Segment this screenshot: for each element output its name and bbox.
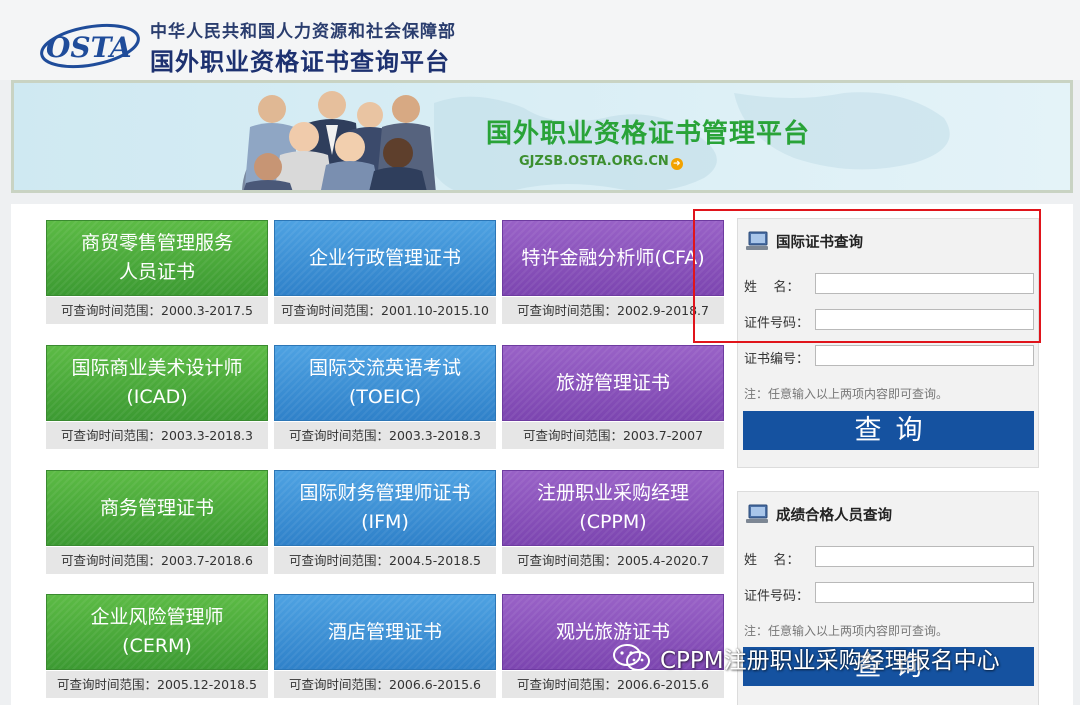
pass-name-input[interactable] — [815, 546, 1034, 567]
tile-query-range: 可查询时间范围：2002.9-2018.7 — [502, 297, 724, 324]
cert-tile-cfa[interactable]: 特许金融分析师(CFA) — [502, 220, 724, 296]
tile-query-range: 可查询时间范围：2003.3-2018.3 — [274, 422, 496, 449]
pass-id-number-input[interactable] — [815, 582, 1034, 603]
cert-tile-retail-management[interactable]: 商贸零售管理服务 人员证书 — [46, 220, 268, 296]
tile-query-range: 可查询时间范围：2001.10-2015.10 — [274, 297, 496, 324]
tile-label: (ICAD) — [126, 386, 188, 408]
cert-tile-business-management[interactable]: 商务管理证书 — [46, 470, 268, 546]
watermark-text: CPPM注册职业采购经理报名中心 — [660, 648, 1000, 674]
tile-label: 国际交流英语考试 — [308, 357, 461, 379]
tile-label: 国际商业美术设计师 — [71, 357, 243, 379]
banner[interactable]: 国外职业资格证书管理平台 GJZSB.OSTA.ORG.CN ➜ — [11, 80, 1073, 193]
tile-label: 人员证书 — [118, 261, 195, 283]
tile-query-range: 可查询时间范围：2003.7-2007 — [502, 422, 724, 449]
pass-query-note: 注：任意输入以上两项内容即可查询。 — [744, 624, 949, 638]
cert-tile-icad[interactable]: 国际商业美术设计师 (ICAD) — [46, 345, 268, 421]
cert-tile-tourism-management[interactable]: 旅游管理证书 — [502, 345, 724, 421]
tile-label: 企业行政管理证书 — [308, 246, 461, 269]
tile-query-range: 可查询时间范围：2005.4-2020.7 — [502, 547, 724, 574]
tile-label: (CPPM) — [579, 511, 647, 533]
tile-query-range: 可查询时间范围：2000.3-2017.5 — [46, 297, 268, 324]
people-group-illustration — [242, 91, 436, 190]
logo-text: OSTA — [46, 31, 132, 64]
tile-label: (CERM) — [122, 635, 192, 657]
site-header: OSTA 中华人民共和国人力资源和社会保障部 国外职业资格证书查询平台 — [0, 0, 1080, 80]
cert-query-button[interactable]: 查询 — [743, 411, 1034, 450]
tile-query-range: 可查询时间范围：2006.6-2015.6 — [274, 671, 496, 698]
pass-query-header: 成绩合格人员查询 — [744, 502, 892, 526]
tile-query-range: 可查询时间范围：2006.6-2015.6 — [502, 671, 724, 698]
arrow-right-icon: ➜ — [670, 158, 683, 170]
highlight-box — [693, 209, 1041, 343]
platform-name: 国外职业资格证书查询平台 — [150, 48, 450, 76]
banner-title: 国外职业资格证书管理平台 — [486, 119, 811, 149]
computer-icon — [746, 504, 768, 523]
org-name: 中华人民共和国人力资源和社会保障部 — [150, 22, 456, 42]
cert-tile-hotel-management[interactable]: 酒店管理证书 — [274, 594, 496, 670]
wechat-icon — [613, 644, 650, 671]
cert-tile-cppm[interactable]: 注册职业采购经理 (CPPM) — [502, 470, 724, 546]
tile-query-range: 可查询时间范围：2004.5-2018.5 — [274, 547, 496, 574]
cert-query-note: 注：任意输入以上两项内容即可查询。 — [744, 387, 949, 401]
osta-logo[interactable]: OSTA — [38, 20, 142, 70]
tile-label: 酒店管理证书 — [327, 620, 442, 643]
tile-label: 注册职业采购经理 — [536, 482, 689, 504]
tile-label: 商务管理证书 — [99, 496, 214, 519]
tile-label: 国际财务管理师证书 — [299, 482, 471, 504]
tile-label: 旅游管理证书 — [555, 371, 670, 394]
banner-url[interactable]: GJZSB.OSTA.ORG.CN ➜ — [519, 154, 683, 170]
id-number-label: 证件号码： — [744, 589, 810, 604]
cert-number-input[interactable] — [815, 345, 1034, 366]
tile-label: 特许金融分析师(CFA) — [521, 246, 705, 269]
tile-label: 商贸零售管理服务 — [80, 232, 233, 254]
cert-number-label: 证书编号： — [744, 352, 810, 367]
cert-tile-toeic[interactable]: 国际交流英语考试 (TOEIC) — [274, 345, 496, 421]
name-label: 姓 名： — [744, 553, 800, 568]
tile-query-range: 可查询时间范围：2003.3-2018.3 — [46, 422, 268, 449]
cert-tile-enterprise-admin[interactable]: 企业行政管理证书 — [274, 220, 496, 296]
tile-query-range: 可查询时间范围：2005.12-2018.5 — [46, 671, 268, 698]
tile-query-range: 可查询时间范围：2003.7-2018.6 — [46, 547, 268, 574]
cert-tile-ifm[interactable]: 国际财务管理师证书 (IFM) — [274, 470, 496, 546]
tile-label: 企业风险管理师 — [90, 606, 224, 628]
tile-label: (TOEIC) — [348, 386, 422, 408]
banner-url-text: GJZSB.OSTA.ORG.CN — [519, 154, 669, 169]
wechat-watermark: CPPM注册职业采购经理报名中心 — [612, 641, 1000, 675]
pass-query-title: 成绩合格人员查询 — [776, 507, 892, 524]
tile-label: (IFM) — [361, 511, 409, 533]
cert-tile-cerm[interactable]: 企业风险管理师 (CERM) — [46, 594, 268, 670]
